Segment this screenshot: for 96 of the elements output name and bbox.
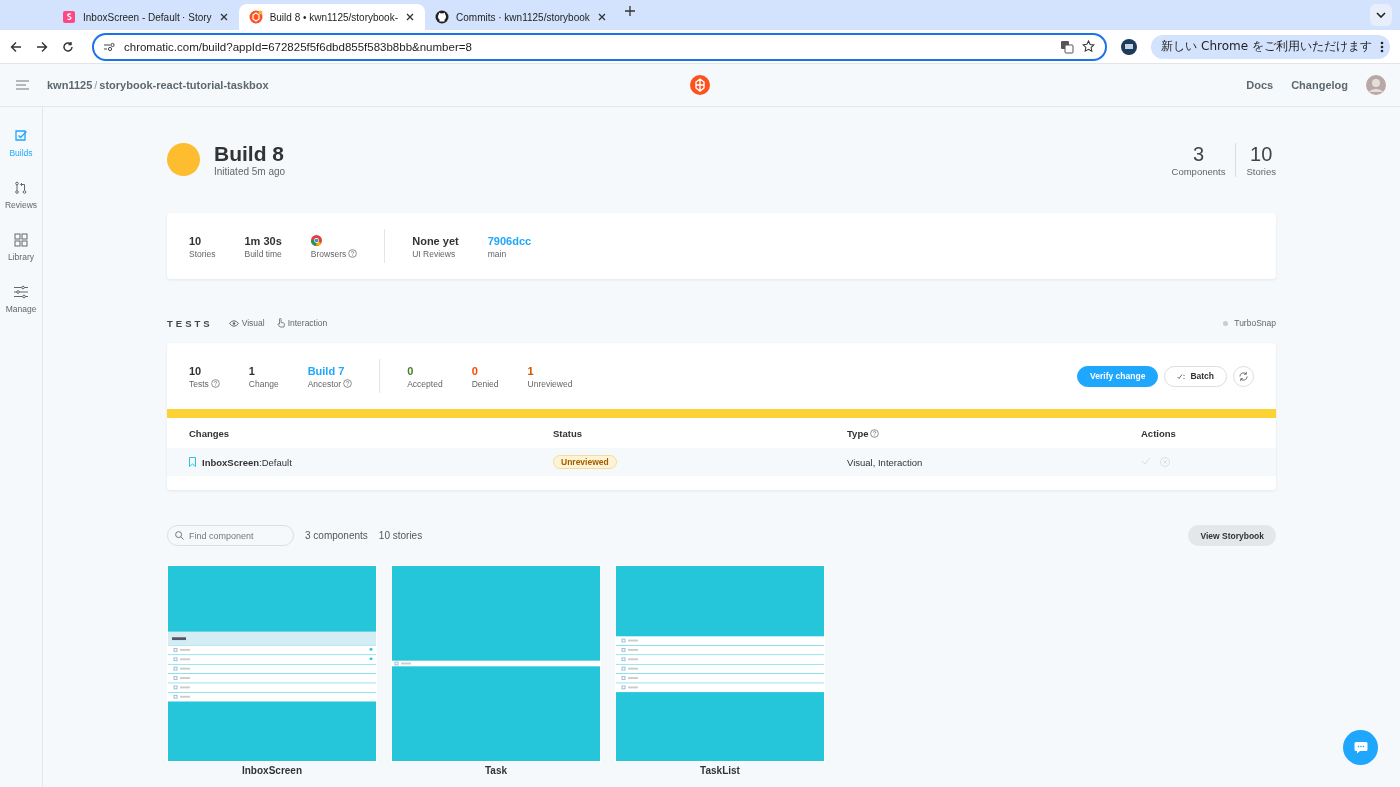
build-subtitle: Initiated 5m ago: [214, 165, 286, 177]
stat-value: 10: [189, 363, 203, 378]
stat-label: Stories: [189, 248, 216, 259]
stat-label: Denied: [471, 378, 499, 389]
column-header: Status: [531, 418, 825, 448]
stat-value: 0: [407, 363, 415, 378]
stat-label: main: [487, 248, 508, 259]
github-icon: [435, 10, 449, 24]
stat-label: Ancestor: [307, 378, 353, 389]
help-icon: [343, 378, 353, 388]
checkbox-icon: [14, 129, 28, 143]
owner-link[interactable]: kwn1125: [47, 79, 93, 91]
test-filter[interactable]: Visual: [228, 318, 265, 328]
stat-label: Change: [248, 378, 279, 389]
check-list-icon: [1177, 372, 1187, 380]
test-filter[interactable]: Interaction: [276, 318, 328, 328]
component-name[interactable]: InboxScreen: [242, 765, 302, 776]
chevron-icon: [1376, 12, 1386, 18]
check-icon[interactable]: [1141, 457, 1151, 465]
view-storybook-button[interactable]: View Storybook: [1188, 525, 1276, 546]
browser-tab[interactable]: Commits · kwn1125/storybook: [425, 4, 617, 30]
stat-value: 0: [471, 363, 479, 378]
update-chrome-button[interactable]: 新しい Chrome をご利用いただけます: [1151, 34, 1390, 59]
stat-value: None yet: [412, 233, 459, 248]
hand-icon: [276, 318, 285, 328]
url-text: chromatic.com/build?appId=672825f5f6dbd855f583b8bb&number=8: [124, 40, 473, 53]
tab-search-button[interactable]: [1370, 4, 1392, 26]
column-header: Changes: [167, 418, 531, 448]
stat-label: Browsers: [310, 248, 358, 259]
star-icon[interactable]: [1082, 40, 1096, 53]
breadcrumb-separator: /: [94, 79, 98, 91]
stat-label: Accepted: [407, 378, 443, 389]
chrome-icon: [310, 235, 322, 246]
help-icon: [348, 248, 358, 258]
translate-icon[interactable]: [1060, 39, 1075, 54]
more-icon[interactable]: [1380, 40, 1384, 53]
sidebar-item[interactable]: Reviews: [4, 181, 38, 210]
chromatic-logo[interactable]: [690, 75, 710, 95]
status-dot-icon: [1223, 320, 1229, 326]
column-header: Type: [825, 418, 1119, 448]
stat-value: 10: [189, 233, 203, 248]
stat-value: Build 7: [307, 363, 346, 378]
refresh-icon: [1238, 370, 1249, 382]
help-icon: [210, 378, 220, 388]
reload-icon[interactable]: [62, 40, 74, 53]
stat-value: 1m 30s: [244, 233, 282, 248]
turbosnap-label: TurboSnap: [1234, 318, 1276, 328]
component-name[interactable]: Task: [484, 765, 508, 776]
stat-value: 1: [248, 363, 256, 378]
stat-label: UI Reviews: [412, 248, 457, 259]
pull-request-icon: [14, 181, 28, 195]
help-icon: [870, 428, 880, 438]
close-icon[interactable]: [218, 12, 229, 22]
browser-tab[interactable]: Build 8 • kwn1125/storybook-: [238, 4, 425, 30]
header-link[interactable]: Changelog: [1291, 79, 1348, 91]
count-value: 10: [1249, 142, 1274, 166]
stat-label: Tests: [189, 378, 220, 389]
search-field[interactable]: Find component: [167, 525, 294, 546]
section-heading: TESTS: [167, 317, 213, 329]
eye-icon: [228, 319, 239, 327]
forward-icon[interactable]: [36, 40, 48, 53]
count-label: Components: [1171, 165, 1226, 177]
stat-value: 1: [527, 363, 535, 378]
grid-icon: [14, 233, 28, 247]
browser-tab[interactable]: InboxScreen - Default ⋅ Story: [52, 4, 239, 30]
story-name[interactable]: InboxScreen:Default: [202, 456, 292, 468]
components-count: 3 components: [305, 530, 368, 541]
status-badge: Unreviewed: [553, 455, 617, 469]
count-value: 3: [1191, 142, 1206, 166]
count-label: Stories: [1246, 165, 1276, 177]
sidebar-item[interactable]: Library: [8, 233, 34, 262]
address-bar[interactable]: chromatic.com/build?appId=672825f5f6dbd855f583b8bb&number=8: [92, 32, 1108, 61]
sliders-icon: [14, 285, 28, 299]
chat-icon[interactable]: [1353, 741, 1368, 754]
refresh-button[interactable]: [1233, 365, 1254, 387]
bookmark-icon: [189, 457, 196, 467]
close-icon[interactable]: [405, 12, 415, 22]
repo-link[interactable]: storybook-react-tutorial-taskbox: [99, 79, 269, 91]
profile-icon[interactable]: [1121, 38, 1138, 55]
batch-button[interactable]: Batch: [1164, 365, 1227, 387]
sidebar-item[interactable]: Manage: [5, 285, 37, 314]
stat-label: Build time: [244, 248, 282, 259]
header-link[interactable]: Docs: [1246, 79, 1274, 91]
chromatic-icon: [248, 10, 263, 24]
new-tab-icon[interactable]: [624, 6, 635, 16]
component-name[interactable]: TaskList: [700, 765, 740, 776]
stories-count: 10 stories: [378, 530, 423, 541]
close-icon[interactable]: [596, 12, 607, 22]
build-status-indicator: [167, 143, 200, 176]
build-title: Build 8: [214, 142, 285, 166]
site-settings-icon[interactable]: [104, 41, 116, 52]
storybook-icon: [62, 10, 76, 24]
back-icon[interactable]: [10, 40, 22, 53]
column-header: Actions: [1119, 418, 1276, 448]
stat-label: Unreviewed: [527, 378, 573, 389]
search-icon: [175, 531, 184, 540]
